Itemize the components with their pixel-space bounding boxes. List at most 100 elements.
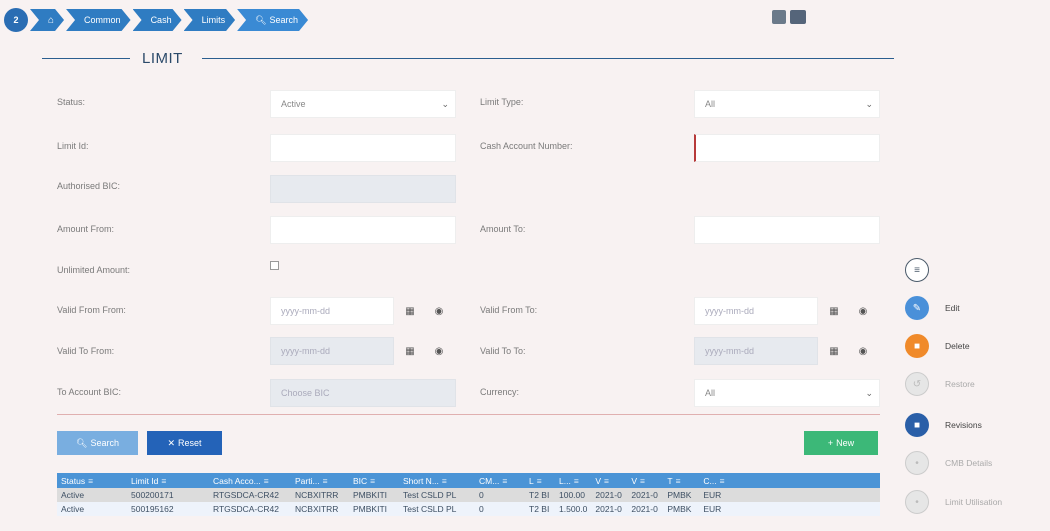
table-cell: EUR <box>699 502 880 516</box>
amount-to-label: Amount To: <box>480 224 526 234</box>
unlimited-amount-checkbox[interactable] <box>270 261 279 270</box>
restore-action[interactable]: ↺ Restore <box>905 372 975 396</box>
save-icon[interactable] <box>772 10 786 24</box>
valid-from-to-input[interactable]: yyyy-mm-dd <box>694 297 818 325</box>
valid-to-to-input[interactable]: yyyy-mm-dd <box>694 337 818 365</box>
column-header[interactable]: CM... ≡ <box>475 473 525 488</box>
sort-icon: ≡ <box>502 475 508 486</box>
calendar-icon[interactable]: ▦ <box>827 344 841 358</box>
cash-account-input[interactable] <box>694 134 880 162</box>
valid-to-from-input[interactable]: yyyy-mm-dd <box>270 337 394 365</box>
date-placeholder: yyyy-mm-dd <box>705 346 754 356</box>
clock-icon[interactable]: ◉ <box>432 344 446 358</box>
reset-button[interactable]: ✕ Reset <box>147 431 222 455</box>
print-icon[interactable] <box>790 10 806 24</box>
new-button[interactable]: + New <box>804 431 878 455</box>
reset-button-label: Reset <box>178 438 202 448</box>
crumb-search[interactable]: 🔍︎ Search <box>237 9 308 31</box>
breadcrumb: 2 ⌂ Common Cash Limits 🔍︎ Search <box>4 8 310 32</box>
search-icon: 🔍︎ <box>76 437 88 448</box>
sort-icon: ≡ <box>604 475 610 486</box>
clock-icon[interactable]: ◉ <box>856 304 870 318</box>
table-cell: RTGSDCA-CR42 <box>209 488 291 502</box>
divider <box>57 414 880 415</box>
search-button[interactable]: 🔍︎ Search <box>57 431 138 455</box>
authorised-bic-input <box>270 175 456 203</box>
crumb-common[interactable]: Common <box>66 9 131 31</box>
table-cell: 500200171 <box>127 488 209 502</box>
date-placeholder: yyyy-mm-dd <box>281 346 330 356</box>
currency-value: All <box>705 388 716 398</box>
table-cell: RTGSDCA-CR42 <box>209 502 291 516</box>
limit-utilisation-action[interactable]: • Limit Utilisation <box>905 490 1002 514</box>
column-header[interactable]: C... ≡ <box>699 473 880 488</box>
crumb-limits[interactable]: Limits <box>184 9 236 31</box>
trash-icon: ■ <box>905 334 929 358</box>
title-line-right <box>202 58 894 59</box>
home-crumb[interactable]: ⌂ <box>30 9 64 31</box>
home-badge[interactable]: 2 <box>4 8 28 32</box>
status-value: Active <box>281 99 306 109</box>
column-header[interactable]: L ≡ <box>525 473 555 488</box>
table-cell: NCBXITRR <box>291 502 349 516</box>
sort-icon: ≡ <box>161 475 167 486</box>
table-cell: PMBK <box>663 488 700 502</box>
table-cell: 0 <box>475 488 525 502</box>
table-cell: 1.500.0 <box>555 502 592 516</box>
revisions-action[interactable]: ■ Revisions <box>905 413 982 437</box>
calendar-icon[interactable]: ▦ <box>403 304 417 318</box>
date-placeholder: yyyy-mm-dd <box>705 306 754 316</box>
amount-from-label: Amount From: <box>57 224 115 234</box>
valid-to-to-label: Valid To To: <box>480 346 526 356</box>
delete-action[interactable]: ■ Delete <box>905 334 970 358</box>
table-cell: 2021-0 <box>591 488 628 502</box>
clock-icon[interactable]: ◉ <box>856 344 870 358</box>
limit-id-label: Limit Id: <box>57 141 89 151</box>
currency-select[interactable]: All ⌄ <box>694 379 880 407</box>
limit-type-value: All <box>705 99 716 109</box>
column-header[interactable]: V ≡ <box>627 473 664 488</box>
to-account-bic-input[interactable]: Choose BIC <box>270 379 456 407</box>
revisions-icon: ■ <box>905 413 929 437</box>
table-cell: NCBXITRR <box>291 488 349 502</box>
table-cell: Active <box>57 488 127 502</box>
page-title: LIMIT <box>142 50 183 67</box>
limit-type-select[interactable]: All ⌄ <box>694 90 880 118</box>
table-row[interactable]: Active 500200171 RTGSDCA-CR42 NCBXITRR P… <box>57 488 880 502</box>
valid-from-to-label: Valid From To: <box>480 305 538 315</box>
edit-icon: ✎ <box>905 296 929 320</box>
table-cell: T2 BI <box>525 488 555 502</box>
sort-icon: ≡ <box>573 475 579 486</box>
column-header[interactable]: Short N... ≡ <box>399 473 475 488</box>
status-label: Status: <box>57 97 86 107</box>
amount-from-input[interactable] <box>270 216 456 244</box>
restore-icon: ↺ <box>905 372 929 396</box>
column-header[interactable]: Limit Id ≡ <box>127 473 209 488</box>
valid-from-from-input[interactable]: yyyy-mm-dd <box>270 297 394 325</box>
title-line-left <box>42 58 130 59</box>
crumb-cash[interactable]: Cash <box>133 9 182 31</box>
column-header[interactable]: V ≡ <box>591 473 628 488</box>
table-cell: Test CSLD PL <box>399 502 475 516</box>
limit-utilisation-label: Limit Utilisation <box>945 497 1003 507</box>
table-row[interactable]: Active 500195162 RTGSDCA-CR42 NCBXITRR P… <box>57 502 880 516</box>
column-header[interactable]: Status ≡ <box>57 473 127 488</box>
edit-action[interactable]: ✎ Edit <box>905 296 960 320</box>
column-header[interactable]: Cash Acco... ≡ <box>209 473 291 488</box>
column-header[interactable]: T ≡ <box>663 473 700 488</box>
delete-label: Delete <box>945 341 970 351</box>
clock-icon[interactable]: ◉ <box>432 304 446 318</box>
side-menu-toggle[interactable]: ≡ <box>905 258 929 282</box>
table-cell: 2021-0 <box>627 488 664 502</box>
calendar-icon[interactable]: ▦ <box>827 304 841 318</box>
status-select[interactable]: Active ⌄ <box>270 90 456 118</box>
calendar-icon[interactable]: ▦ <box>403 344 417 358</box>
amount-to-input[interactable] <box>694 216 880 244</box>
column-header[interactable]: L... ≡ <box>555 473 592 488</box>
edit-label: Edit <box>945 303 960 313</box>
chevron-down-icon: ⌄ <box>441 99 449 109</box>
column-header[interactable]: Parti... ≡ <box>291 473 349 488</box>
cmb-details-action[interactable]: • CMB Details <box>905 451 992 475</box>
limit-id-input[interactable] <box>270 134 456 162</box>
column-header[interactable]: BIC ≡ <box>349 473 399 488</box>
